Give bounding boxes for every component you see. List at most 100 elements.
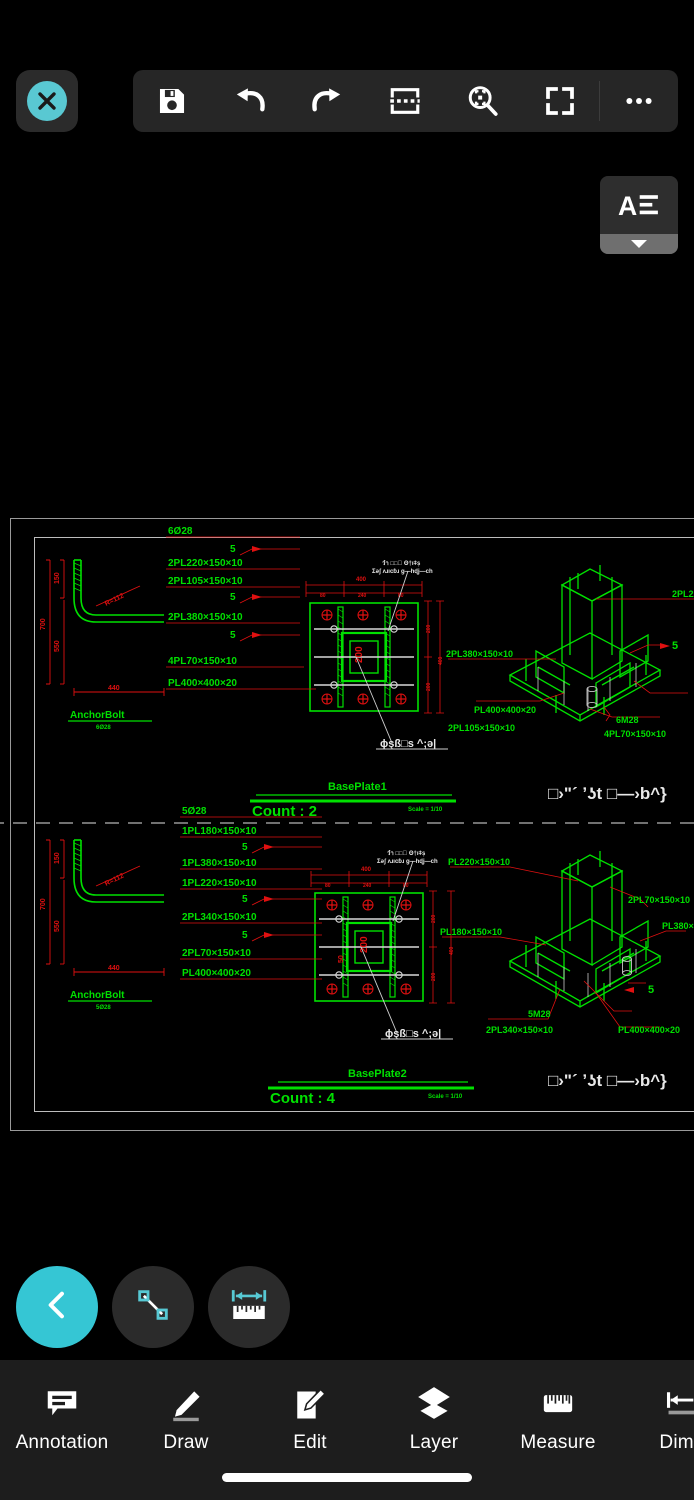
sheet1-callouts: 6Ø28 5 2PL220×150×10 2PL105×150×10 5 2PL…	[166, 526, 316, 690]
svg-text:PL400×400×20: PL400×400×20	[618, 1025, 680, 1035]
text-style-expand[interactable]	[600, 234, 678, 254]
close-icon	[27, 81, 67, 121]
more-icon	[622, 84, 656, 118]
svg-text:400: 400	[356, 577, 367, 583]
svg-text:5Ø28: 5Ø28	[182, 806, 207, 817]
zoom-select-button[interactable]	[444, 70, 522, 132]
undo-icon	[232, 83, 268, 119]
redo-button[interactable]	[288, 70, 366, 132]
svg-text:5: 5	[242, 894, 248, 905]
sheet2-title-block: BasePlate2 Count : 4 Scale = 1/10 □›"´ ʼ…	[268, 1068, 667, 1107]
svg-text:200: 200	[354, 646, 365, 663]
svg-text:1PL380×150×10: 1PL380×150×10	[182, 858, 257, 869]
nav-item-draw[interactable]: Draw	[124, 1382, 248, 1454]
line-tool-fab[interactable]	[112, 1266, 194, 1348]
svg-text:2PL380×150×10: 2PL380×150×10	[446, 649, 513, 659]
home-indicator	[222, 1473, 472, 1482]
undo-button[interactable]	[211, 70, 289, 132]
svg-text:BasePlate1: BasePlate1	[328, 781, 387, 793]
svg-text:5: 5	[230, 630, 236, 641]
svg-text:80: 80	[320, 593, 326, 599]
svg-text:4PL70×150×10: 4PL70×150×10	[604, 729, 666, 739]
sheet2-callouts: 5Ø28 1PL180×150×10 5 1PL380×150×10 1PL22…	[180, 806, 322, 980]
svg-text:4PL70×150×10: 4PL70×150×10	[168, 656, 237, 667]
svg-text:550: 550	[54, 640, 61, 652]
ruler-icon	[541, 1382, 575, 1422]
svg-text:5: 5	[242, 842, 248, 853]
nav-label-measure: Measure	[520, 1432, 596, 1453]
sheet1-isometric: 2PL220×150×10 5 2PL380×150×10 PL400×400×…	[446, 565, 694, 739]
nav-label-draw: Draw	[163, 1432, 209, 1453]
select-area-button[interactable]	[366, 70, 444, 132]
svg-text:2PL105×150×10: 2PL105×150×10	[448, 723, 515, 733]
top-toolbar	[133, 70, 678, 132]
cad-canvas[interactable]: 150 700 550 440 R=112 AnchorBolt 6Ø28 40…	[0, 505, 694, 1145]
svg-text:PL400×400×20: PL400×400×20	[182, 968, 251, 979]
nav-label-edit: Edit	[293, 1432, 327, 1453]
select-area-icon	[388, 84, 422, 118]
svg-text:R=112: R=112	[104, 593, 126, 608]
svg-text:150: 150	[54, 572, 61, 584]
svg-text:200: 200	[431, 972, 437, 981]
svg-text:50: 50	[338, 955, 345, 963]
svg-text:400: 400	[361, 867, 372, 873]
cad-drawing: 150 700 550 440 R=112 AnchorBolt 6Ø28 40…	[0, 526, 694, 1107]
svg-text:2PL105×150×10: 2PL105×150×10	[168, 576, 243, 587]
save-button[interactable]	[133, 70, 211, 132]
bottom-navigation: Annotation Draw Edit Layer Measure Dim	[0, 1360, 694, 1500]
svg-text:Σəʃ ʌɹıcɓɹ ɡ—hɖј—ch: Σəʃ ʌɹıcɓɹ ɡ—hɖј—ch	[372, 569, 433, 575]
svg-text:PL400×400×20: PL400×400×20	[168, 678, 237, 689]
fit-screen-button[interactable]	[522, 70, 600, 132]
svg-text:440: 440	[108, 965, 120, 972]
svg-text:5: 5	[672, 640, 678, 652]
svg-text:5: 5	[230, 592, 236, 603]
sheet1-anchorbolt: 150 700 550 440 R=112 AnchorBolt 6Ø28	[40, 559, 165, 731]
floating-action-buttons	[16, 1266, 290, 1348]
nav-item-dimension[interactable]: Dime	[620, 1382, 694, 1454]
svg-text:2PL340×150×10: 2PL340×150×10	[486, 1025, 553, 1035]
zoom-search-icon	[466, 84, 500, 118]
back-fab[interactable]	[16, 1266, 98, 1348]
svg-text:วํา □□ํ Θ†ıǂș: วํา □□ํ Θ†ıǂș	[387, 849, 426, 857]
svg-text:550: 550	[54, 920, 61, 932]
svg-text:700: 700	[40, 618, 47, 630]
layers-icon	[415, 1382, 453, 1422]
svg-text:2PL220×150×10: 2PL220×150×10	[168, 558, 243, 569]
svg-text:□›"´ ʼʖt □—›b^}: □›"´ ʼʖt □—›b^}	[548, 1071, 667, 1090]
nav-item-edit[interactable]: Edit	[248, 1382, 372, 1454]
svg-text:400: 400	[438, 656, 444, 665]
svg-text:2PL340×150×10: 2PL340×150×10	[182, 912, 257, 923]
svg-text:200: 200	[359, 936, 370, 953]
svg-text:ϕşß□s ^;ə|: ϕşß□s ^;ə|	[385, 1028, 441, 1040]
annotation-icon	[44, 1382, 80, 1422]
svg-text:1PL180×150×10: 1PL180×150×10	[182, 826, 257, 837]
nav-item-layer[interactable]: Layer	[372, 1382, 496, 1454]
svg-text:6Ø28: 6Ø28	[96, 725, 111, 731]
svg-text:150: 150	[54, 852, 61, 864]
more-button[interactable]	[600, 70, 678, 132]
svg-text:วํา □□ํ Θ†ıǂș: วํา □□ํ Θ†ıǂș	[382, 559, 421, 567]
svg-text:□›"´ ʼʖt □—›b^}: □›"´ ʼʖt □—›b^}	[548, 784, 667, 803]
sheet1-plan-detail: 400 80 240 80 200 200 400 200 วํา □□ํ Θ†…	[305, 559, 448, 750]
svg-text:PL220×150×10: PL220×150×10	[448, 857, 510, 867]
svg-text:Scale = 1/10: Scale = 1/10	[408, 807, 443, 813]
nav-item-annotation[interactable]: Annotation	[0, 1382, 124, 1454]
svg-text:R=112: R=112	[104, 873, 126, 888]
cad-viewer-app: A 150 700 550 440 R=112 AnchorBolt 6Ø28 …	[0, 0, 694, 1500]
fullscreen-icon	[544, 85, 576, 117]
svg-text:ϕşß□s ^;ə|: ϕşß□s ^;ə|	[380, 738, 436, 750]
svg-text:2PL380×150×10: 2PL380×150×10	[168, 612, 243, 623]
svg-text:240: 240	[363, 883, 372, 889]
measure-fab[interactable]	[208, 1266, 290, 1348]
svg-text:5: 5	[242, 930, 248, 941]
svg-text:200: 200	[426, 624, 432, 633]
svg-text:5: 5	[230, 544, 236, 555]
redo-icon	[309, 83, 345, 119]
svg-text:AnchorBolt: AnchorBolt	[70, 990, 125, 1001]
nav-item-measure[interactable]: Measure	[496, 1382, 620, 1454]
svg-text:200: 200	[426, 682, 432, 691]
close-button[interactable]	[16, 70, 78, 132]
svg-text:80: 80	[325, 883, 331, 889]
text-style-button[interactable]: A	[600, 176, 678, 254]
measure-icon	[228, 1284, 270, 1331]
